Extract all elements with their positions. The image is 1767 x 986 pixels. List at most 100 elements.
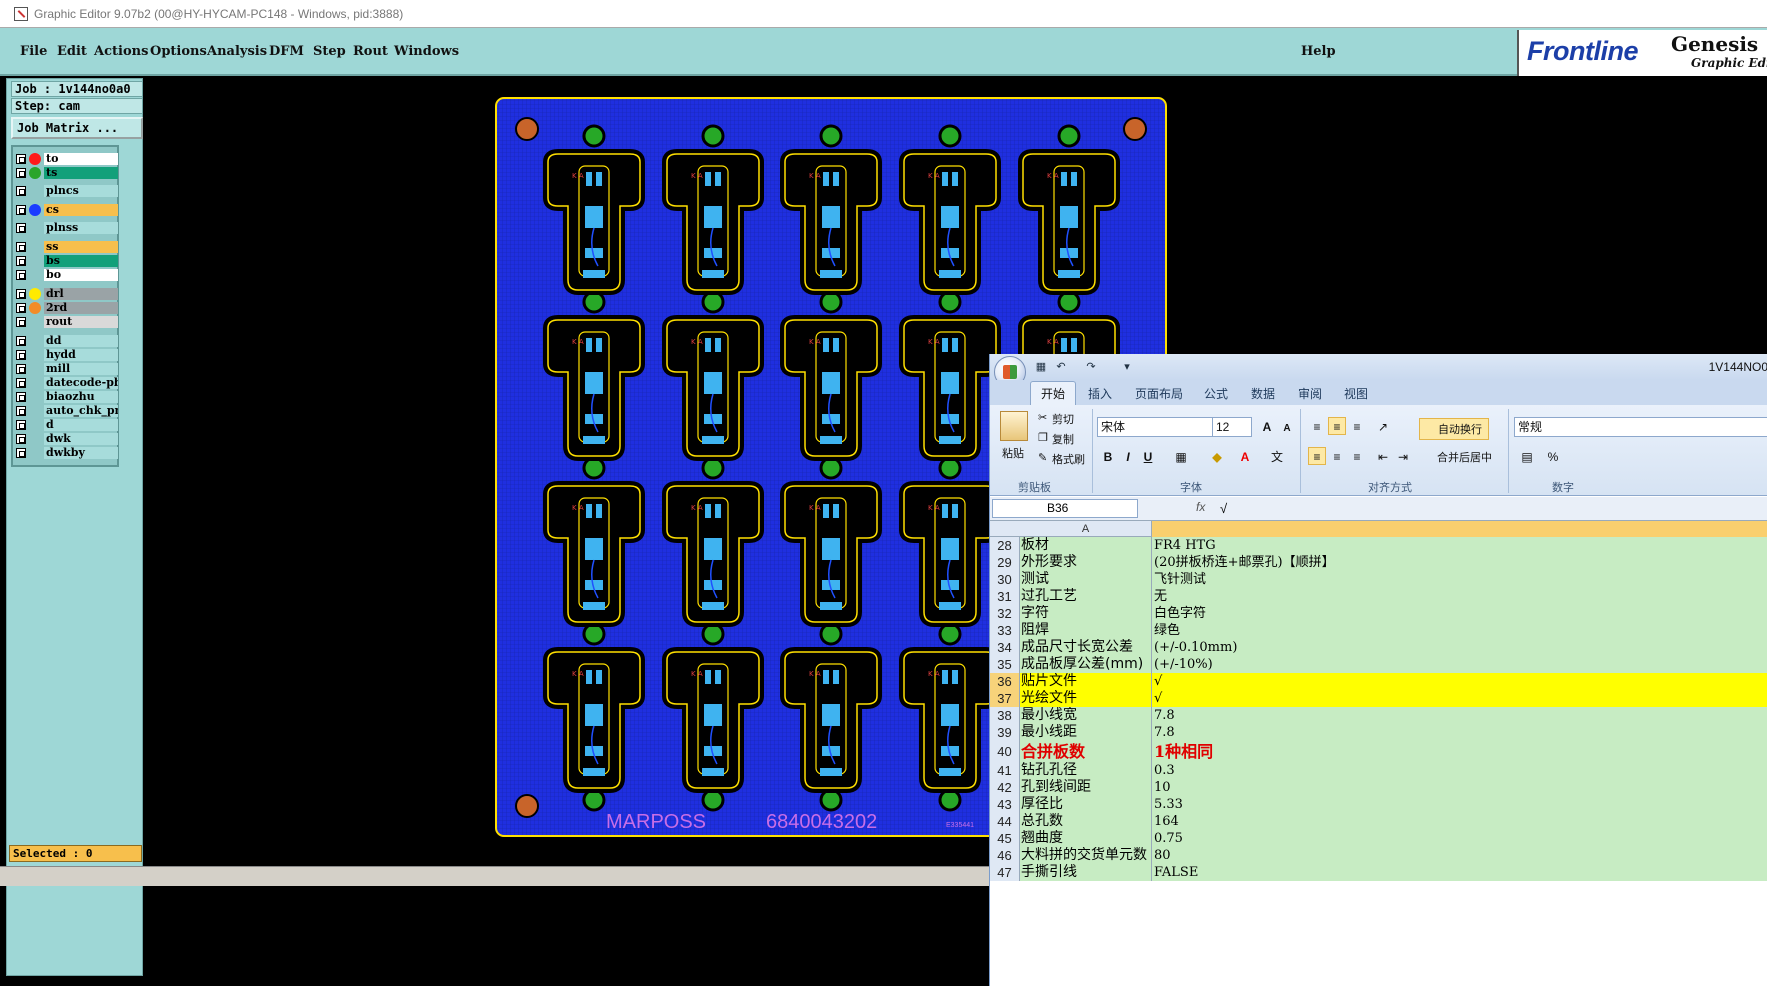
currency-icon[interactable]: ▤ xyxy=(1518,447,1536,465)
layer-checkbox[interactable] xyxy=(16,289,26,299)
orientation-icon[interactable]: ↗ xyxy=(1374,417,1392,435)
layer-name[interactable]: cs xyxy=(44,204,118,216)
layer-checkbox[interactable] xyxy=(16,242,26,252)
menu-file[interactable]: File xyxy=(20,44,47,59)
row-number[interactable]: 28 xyxy=(990,537,1020,554)
layer-row-ts[interactable]: ts xyxy=(16,167,118,179)
layer-checkbox[interactable] xyxy=(16,205,26,215)
layer-name[interactable]: bs xyxy=(44,255,118,267)
layer-row-bs[interactable]: bs xyxy=(16,255,118,267)
row-number[interactable]: 30 xyxy=(990,571,1020,588)
layer-checkbox[interactable] xyxy=(16,168,26,178)
increase-indent-icon[interactable]: ⇥ xyxy=(1394,447,1412,465)
layer-checkbox[interactable] xyxy=(16,256,26,266)
grow-font-icon[interactable]: A xyxy=(1258,417,1276,435)
cell-b[interactable]: 绿色 xyxy=(1152,622,1767,639)
align-center-icon[interactable]: ≡ xyxy=(1328,447,1346,465)
layer-checkbox[interactable] xyxy=(16,336,26,346)
cell-b[interactable]: √ xyxy=(1152,673,1767,690)
bold-icon[interactable]: B xyxy=(1099,447,1117,465)
cell-b[interactable]: 0.3 xyxy=(1152,762,1767,779)
row-number[interactable]: 44 xyxy=(990,813,1020,830)
cell-a[interactable]: 孔到线间距 xyxy=(1020,779,1152,796)
layer-name[interactable]: dd xyxy=(44,335,118,347)
cell-b[interactable]: 80 xyxy=(1152,847,1767,864)
row-number[interactable]: 43 xyxy=(990,796,1020,813)
layer-row-auto_chk_pn.[interactable]: auto_chk_pn. xyxy=(16,405,118,417)
layer-row-dwk[interactable]: dwk xyxy=(16,433,118,445)
shrink-font-icon[interactable]: A xyxy=(1278,419,1296,437)
menu-options[interactable]: Options xyxy=(150,44,207,59)
save-icon[interactable]: ▦ xyxy=(1034,360,1048,374)
layer-name[interactable]: ts xyxy=(44,167,118,179)
menu-rout[interactable]: Rout xyxy=(353,44,388,59)
font-color-icon[interactable]: A xyxy=(1236,447,1254,465)
decrease-indent-icon[interactable]: ⇤ xyxy=(1374,447,1392,465)
copy-icon[interactable]: ❐ xyxy=(1038,431,1048,444)
layer-name[interactable]: auto_chk_pn. xyxy=(44,405,118,417)
cell-a[interactable]: 大料拼的交货单元数 xyxy=(1020,847,1152,864)
column-a-header[interactable]: A xyxy=(1020,521,1152,537)
menu-windows[interactable]: Windows xyxy=(394,44,459,59)
cell-b[interactable]: 5.33 xyxy=(1152,796,1767,813)
cell-b[interactable]: 1种相同 xyxy=(1152,741,1767,762)
layer-row-biaozhu[interactable]: biaozhu xyxy=(16,391,118,403)
layer-row-plncs[interactable]: plncs xyxy=(16,185,118,197)
tab-insert[interactable]: 插入 xyxy=(1088,385,1112,402)
layer-row-ss[interactable]: ss xyxy=(16,241,118,253)
layer-row-2rd[interactable]: 2rd xyxy=(16,302,118,314)
layer-name[interactable]: datecode-pbe xyxy=(44,377,118,389)
job-matrix-button[interactable]: Job Matrix ... xyxy=(11,117,143,139)
cell-a[interactable]: 阻焊 xyxy=(1020,622,1152,639)
cell-a[interactable]: 字符 xyxy=(1020,605,1152,622)
layer-name[interactable]: drl xyxy=(44,288,118,300)
cell-a[interactable]: 板材 xyxy=(1020,537,1152,554)
row-number[interactable]: 42 xyxy=(990,779,1020,796)
layer-row-drl[interactable]: drl xyxy=(16,288,118,300)
align-bottom-icon[interactable]: ≡ xyxy=(1348,417,1366,435)
border-icon[interactable]: ▦ xyxy=(1172,447,1190,465)
row-number[interactable]: 41 xyxy=(990,762,1020,779)
layer-row-cs[interactable]: cs xyxy=(16,204,118,216)
tab-page-layout[interactable]: 页面布局 xyxy=(1135,385,1183,402)
layer-name[interactable]: dwk xyxy=(44,433,118,445)
cell-a[interactable]: 光绘文件 xyxy=(1020,690,1152,707)
cell-a[interactable]: 成品尺寸长宽公差 xyxy=(1020,639,1152,656)
cell-a[interactable]: 过孔工艺 xyxy=(1020,588,1152,605)
layer-checkbox[interactable] xyxy=(16,186,26,196)
layer-checkbox[interactable] xyxy=(16,350,26,360)
layer-checkbox[interactable] xyxy=(16,392,26,402)
layer-name[interactable]: dwkby xyxy=(44,447,118,459)
cell-b[interactable]: 164 xyxy=(1152,813,1767,830)
layer-row-rout[interactable]: rout xyxy=(16,316,118,328)
align-right-icon[interactable]: ≡ xyxy=(1348,447,1366,465)
layer-name[interactable]: mill xyxy=(44,363,118,375)
row-number[interactable]: 45 xyxy=(990,830,1020,847)
row-number[interactable]: 36 xyxy=(990,673,1020,690)
wrap-text-button[interactable]: 自动换行 xyxy=(1419,418,1489,440)
paste-icon[interactable] xyxy=(1000,411,1028,441)
redo-icon[interactable]: ↷ xyxy=(1084,360,1098,374)
fill-color-icon[interactable]: ◆ xyxy=(1208,447,1226,465)
layer-checkbox[interactable] xyxy=(16,223,26,233)
row-number[interactable]: 32 xyxy=(990,605,1020,622)
layer-name[interactable]: plnss xyxy=(44,222,118,234)
row-number[interactable]: 38 xyxy=(990,707,1020,724)
layer-name[interactable]: plncs xyxy=(44,185,118,197)
layer-row-hydd[interactable]: hydd xyxy=(16,349,118,361)
cell-b[interactable]: (+/-10%) xyxy=(1152,656,1767,673)
cell-a[interactable]: 测试 xyxy=(1020,571,1152,588)
layer-name[interactable]: d xyxy=(44,419,118,431)
cell-b[interactable]: 7.8 xyxy=(1152,707,1767,724)
tab-formulas[interactable]: 公式 xyxy=(1204,385,1228,402)
layer-row-plnss[interactable]: plnss xyxy=(16,222,118,234)
tab-review[interactable]: 审阅 xyxy=(1298,385,1322,402)
layer-checkbox[interactable] xyxy=(16,420,26,430)
layer-checkbox[interactable] xyxy=(16,434,26,444)
cell-a[interactable]: 合拼板数 xyxy=(1020,741,1152,762)
menu-edit[interactable]: Edit xyxy=(57,44,87,59)
menu-step[interactable]: Step xyxy=(313,44,346,59)
layer-row-dd[interactable]: dd xyxy=(16,335,118,347)
cell-a[interactable]: 贴片文件 xyxy=(1020,673,1152,690)
customize-toolbar-icon[interactable]: ▾ xyxy=(1120,360,1134,374)
